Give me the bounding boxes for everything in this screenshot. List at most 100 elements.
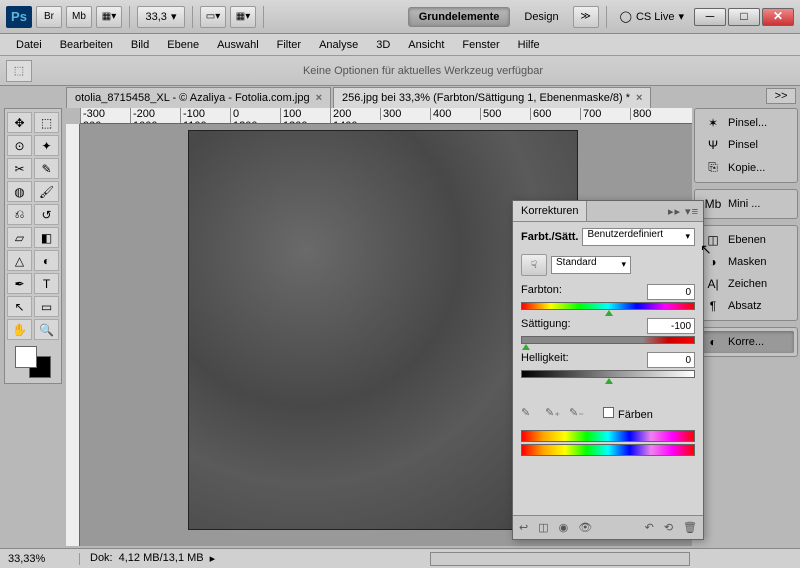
panel-footer: ↩ ◫ ◉ 👁 ↶ ⟲ 🗑 xyxy=(513,515,703,539)
menu-ebene[interactable]: Ebene xyxy=(159,36,207,54)
menubar: Datei Bearbeiten Bild Ebene Auswahl Filt… xyxy=(0,34,800,56)
targeted-adjust-button[interactable]: ☟ xyxy=(521,254,547,276)
menu-3d[interactable]: 3D xyxy=(368,36,398,54)
hue-slider[interactable] xyxy=(521,302,695,310)
zoom-dropdown[interactable]: 33,3▾ xyxy=(137,6,185,28)
stamp-tool[interactable]: ⎌ xyxy=(7,204,32,225)
doc-tab-2[interactable]: 256.jpg bei 33,3% (Farbton/Sättigung 1, … xyxy=(333,87,651,108)
panel-zeichen[interactable]: A|Zeichen xyxy=(698,273,794,295)
preset-dropdown[interactable]: Benutzerdefiniert xyxy=(582,228,695,246)
menu-analyse[interactable]: Analyse xyxy=(311,36,366,54)
hue-sat-label: Farbt./Sätt. xyxy=(521,231,578,243)
workspace-grundelemente[interactable]: Grundelemente xyxy=(408,7,511,27)
panel-minibridge[interactable]: MbMini ... xyxy=(698,193,794,215)
status-dropdown-icon[interactable]: ▸ xyxy=(210,552,216,565)
eyedropper-set-icon[interactable]: ✎ xyxy=(521,406,537,422)
zoom-tool[interactable]: 🔍 xyxy=(34,319,59,340)
hue-label: Farbton: xyxy=(521,284,562,300)
dodge-tool[interactable]: ◐ xyxy=(34,250,59,271)
color-swatch[interactable] xyxy=(15,346,51,378)
panel-kopie[interactable]: ⎘Kopie... xyxy=(698,156,794,179)
panel-masken[interactable]: ◑Masken xyxy=(698,251,794,273)
bridge-button[interactable]: Br xyxy=(36,6,62,28)
workspace-design[interactable]: Design xyxy=(514,8,568,26)
lightness-label: Helligkeit: xyxy=(521,352,569,368)
panel-absatz[interactable]: ¶Absatz xyxy=(698,295,794,317)
menu-ansicht[interactable]: Ansicht xyxy=(400,36,452,54)
korrekturen-panel[interactable]: Korrekturen ▸▸ ▾≡ Farbt./Sätt. Benutzerd… xyxy=(512,200,704,540)
minibridge-button[interactable]: Mb xyxy=(66,6,92,28)
panel-pinsel[interactable]: ΨPinsel xyxy=(698,134,794,156)
horizontal-scrollbar[interactable] xyxy=(430,552,690,566)
brush-tool[interactable]: 🖌 xyxy=(34,181,59,202)
panel-korrekturen[interactable]: ◐Korre... xyxy=(698,331,794,353)
color-range-bar-1 xyxy=(521,430,695,442)
korrekturen-tab[interactable]: Korrekturen xyxy=(513,201,587,221)
menu-datei[interactable]: Datei xyxy=(8,36,50,54)
hand-tool[interactable]: ✋ xyxy=(7,319,32,340)
pen-tool[interactable]: ✒ xyxy=(7,273,32,294)
close-icon[interactable]: × xyxy=(316,92,322,104)
current-tool-icon[interactable]: ⬚ xyxy=(6,60,32,82)
channel-dropdown[interactable]: Standard xyxy=(551,256,631,274)
saturation-slider[interactable] xyxy=(521,336,695,344)
panel-menu-icon[interactable]: ▸▸ ▾≡ xyxy=(664,205,703,218)
blur-tool[interactable]: △ xyxy=(7,250,32,271)
colorize-checkbox[interactable]: Färben xyxy=(603,407,653,421)
eraser-tool[interactable]: ▱ xyxy=(7,227,32,248)
workspace-more[interactable]: ≫ xyxy=(573,6,599,28)
screen-mode-button[interactable]: ▦▾ xyxy=(96,6,122,28)
tab-overflow[interactable]: >> xyxy=(766,88,796,104)
heal-tool[interactable]: ◍ xyxy=(7,181,32,202)
close-icon[interactable]: × xyxy=(636,92,642,104)
shape-tool[interactable]: ▭ xyxy=(34,296,59,317)
type-tool[interactable]: T xyxy=(34,273,59,294)
menu-bild[interactable]: Bild xyxy=(123,36,157,54)
arrange-button[interactable]: ▭▾ xyxy=(200,6,226,28)
doc-tab-1[interactable]: otolia_8715458_XL - © Azaliya - Fotolia.… xyxy=(66,87,331,108)
status-doc-size: 4,12 MB/13,1 MB xyxy=(119,552,204,565)
lightness-input[interactable] xyxy=(647,352,695,368)
window-minimize[interactable]: ─ xyxy=(694,8,726,26)
eyedropper-add-icon[interactable]: ✎₊ xyxy=(545,406,561,422)
move-tool[interactable]: ✥ xyxy=(7,112,32,133)
new-layer-icon[interactable]: ◫ xyxy=(538,521,548,534)
saturation-input[interactable] xyxy=(647,318,695,334)
menu-filter[interactable]: Filter xyxy=(269,36,309,54)
panel-ebenen[interactable]: ◫Ebenen xyxy=(698,229,794,251)
visibility-icon[interactable]: 👁 xyxy=(578,521,592,534)
menu-fenster[interactable]: Fenster xyxy=(454,36,507,54)
status-zoom[interactable]: 33,33% xyxy=(0,553,80,565)
back-icon[interactable]: ↩ xyxy=(519,521,528,534)
right-panel-dock: ✶Pinsel... ΨPinsel ⎘Kopie... MbMini ... … xyxy=(694,108,798,357)
lasso-tool[interactable]: ⊙ xyxy=(7,135,32,156)
eyedropper-tool[interactable]: ✎ xyxy=(34,158,59,179)
reset-icon[interactable]: ⟲ xyxy=(664,521,673,534)
masks-icon: ◑ xyxy=(704,255,722,269)
wand-tool[interactable]: ✦ xyxy=(34,135,59,156)
panel-pinsel-presets[interactable]: ✶Pinsel... xyxy=(698,112,794,134)
clip-icon[interactable]: ◉ xyxy=(559,521,569,534)
prev-state-icon[interactable]: ↶ xyxy=(645,521,654,534)
eyedropper-sub-icon[interactable]: ✎₋ xyxy=(569,406,585,422)
marquee-tool[interactable]: ⬚ xyxy=(34,112,59,133)
menu-hilfe[interactable]: Hilfe xyxy=(510,36,548,54)
menu-bearbeiten[interactable]: Bearbeiten xyxy=(52,36,121,54)
crop-tool[interactable]: ✂ xyxy=(7,158,32,179)
gradient-tool[interactable]: ◧ xyxy=(34,227,59,248)
options-bar: ⬚ Keine Optionen für aktuelles Werkzeug … xyxy=(0,56,800,86)
lightness-slider[interactable] xyxy=(521,370,695,378)
path-tool[interactable]: ↖ xyxy=(7,296,32,317)
layers-icon: ◫ xyxy=(704,233,722,247)
menu-auswahl[interactable]: Auswahl xyxy=(209,36,267,54)
extras-button[interactable]: ▦▾ xyxy=(230,6,256,28)
cslive-button[interactable]: ◯ CS Live▾ xyxy=(614,10,690,23)
hue-input[interactable] xyxy=(647,284,695,300)
window-maximize[interactable]: □ xyxy=(728,8,760,26)
foreground-color[interactable] xyxy=(15,346,37,368)
app-logo: Ps xyxy=(6,6,32,28)
history-brush-tool[interactable]: ↺ xyxy=(34,204,59,225)
window-close[interactable]: ✕ xyxy=(762,8,794,26)
trash-icon[interactable]: 🗑 xyxy=(683,521,697,534)
minibridge-icon: Mb xyxy=(704,197,722,211)
